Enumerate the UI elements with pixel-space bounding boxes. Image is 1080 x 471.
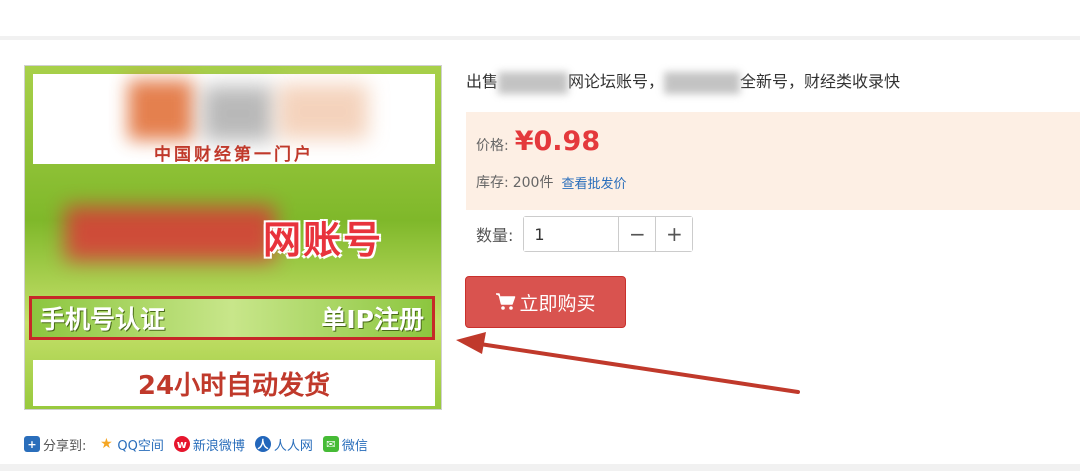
stock-row: 库存: 200件 查看批发价 <box>476 172 626 192</box>
share-renren-label: 人人网 <box>273 438 313 454</box>
blurred-logo <box>203 86 273 141</box>
share-weibo-link[interactable]: w 新浪微博 <box>173 435 245 454</box>
quantity-row: 数量: − + <box>476 216 694 252</box>
quantity-input[interactable] <box>524 217 619 251</box>
buy-now-button[interactable]: 立即购买 <box>465 276 626 328</box>
image-title: 网账号 <box>263 218 384 262</box>
renren-icon: 人 <box>254 436 271 452</box>
stock-label: 库存: <box>476 175 509 191</box>
quantity-label: 数量: <box>476 226 514 245</box>
band-right-text: 单IP注册 <box>321 305 424 334</box>
image-logo-area: 中国财经第一门户 <box>33 74 435 165</box>
blurred-logo <box>278 84 368 139</box>
quantity-stepper: − + <box>523 216 694 252</box>
share-wechat-link[interactable]: ✉ 微信 <box>322 435 368 454</box>
price-box: 价格: ¥0.98 库存: 200件 查看批发价 <box>466 112 1080 210</box>
qzone-icon: ★ <box>100 436 113 452</box>
blurred-text <box>498 71 569 94</box>
top-strip <box>0 0 1080 36</box>
image-highlight-band: 手机号认证 单IP注册 <box>29 296 435 340</box>
price-value: ¥0.98 <box>514 126 601 157</box>
share-bar: + 分享到: ★ QQ空间 w 新浪微博 人 人人网 ✉ 微信 <box>24 434 378 454</box>
share-label-text: 分享到: <box>43 438 87 454</box>
blurred-logo <box>128 80 193 140</box>
share-qzone-label: QQ空间 <box>117 438 164 454</box>
stock-value: 200件 <box>512 175 554 191</box>
price-label: 价格: <box>476 138 509 154</box>
image-tagline: 中国财经第一门户 <box>154 145 314 165</box>
title-part1: 出售 <box>466 72 499 91</box>
quantity-minus-button[interactable]: − <box>618 217 656 251</box>
share-weibo-label: 新浪微博 <box>192 438 245 454</box>
annotation-arrow <box>456 332 800 394</box>
title-part2: 网论坛账号， <box>568 72 665 91</box>
cart-icon <box>495 292 517 312</box>
price-row: 价格: ¥0.98 <box>476 126 600 157</box>
share-wechat-label: 微信 <box>341 438 368 454</box>
title-part3: 全新号，财经类收录快 <box>740 72 901 91</box>
buy-now-label: 立即购买 <box>519 292 596 315</box>
blurred-site-name <box>65 206 275 261</box>
weibo-icon: w <box>173 436 190 452</box>
wholesale-price-link[interactable]: 查看批发价 <box>561 173 626 192</box>
share-plus-icon: + <box>24 436 40 452</box>
quantity-plus-button[interactable]: + <box>655 217 693 251</box>
blurred-text <box>664 71 741 94</box>
band-left-text: 手机号认证 <box>40 305 166 334</box>
product-image[interactable]: 中国财经第一门户 网账号 手机号认证 单IP注册 24小时自动发货 <box>24 65 442 410</box>
image-delivery-text: 24小时自动发货 <box>33 360 435 406</box>
product-title: 出售 网论坛账号， 全新号，财经类收录快 <box>466 68 900 94</box>
share-renren-link[interactable]: 人 人人网 <box>254 435 313 454</box>
share-label: + 分享到: <box>24 435 86 454</box>
share-qzone-link[interactable]: ★ QQ空间 <box>98 435 164 454</box>
wechat-icon: ✉ <box>322 436 339 452</box>
